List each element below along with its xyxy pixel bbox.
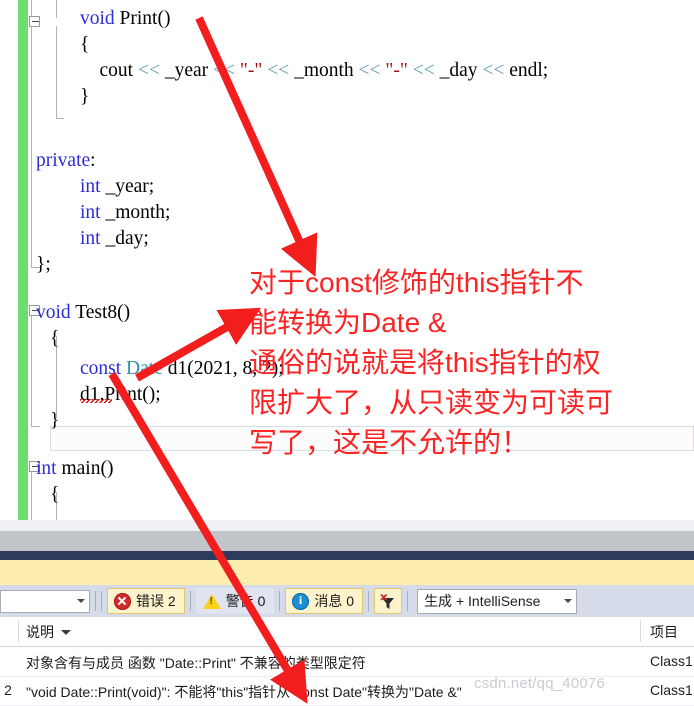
- build-scope-value: 生成 + IntelliSense: [424, 593, 541, 609]
- code-line: int _day;: [80, 226, 149, 252]
- code-token: };: [36, 254, 51, 275]
- code-token: }: [80, 86, 90, 107]
- panel-title-bar: [0, 560, 694, 585]
- toolbar-separator: [189, 591, 191, 611]
- toolbar-separator: [279, 591, 281, 611]
- code-token: _year: [164, 60, 214, 81]
- error-icon: [114, 592, 131, 610]
- toolbar-separator: [101, 591, 102, 611]
- code-line: const Date d1(2021, 8, 2);: [80, 356, 284, 382]
- toolbar-separator: [368, 591, 370, 611]
- clear-filter-button[interactable]: [374, 588, 403, 614]
- code-token: void: [80, 8, 120, 29]
- code-token: main(): [56, 458, 114, 479]
- code-token: {: [50, 328, 60, 349]
- warning-icon: [202, 593, 221, 609]
- code-token: {: [50, 484, 60, 505]
- error-filter-label: 错误 2: [136, 593, 176, 609]
- error-filter-button[interactable]: 错误 2: [107, 588, 185, 614]
- row-project: Class1: [650, 682, 693, 698]
- message-filter-label: 消息 0: [314, 593, 355, 609]
- code-token: }: [50, 410, 60, 431]
- warning-filter-button[interactable]: 警告 0: [195, 588, 275, 614]
- code-token: d1(2021, 8, 2);: [162, 358, 284, 379]
- column-separator: [640, 620, 641, 642]
- code-line: };: [36, 252, 51, 278]
- code-line: private:: [36, 148, 96, 174]
- build-scope-combobox[interactable]: 生成 + IntelliSense: [417, 588, 578, 614]
- scope-filter-combobox[interactable]: [0, 589, 90, 613]
- code-line: {: [50, 482, 59, 508]
- row-description: 对象含有与成员 函数 "Date::Print" 不兼容的类型限定符: [26, 655, 366, 671]
- code-token: cout: [80, 60, 138, 81]
- column-header-description-label: 说明: [26, 624, 54, 640]
- editor-bottom-gap: [0, 520, 694, 531]
- code-token: int: [36, 458, 57, 479]
- info-icon: [292, 592, 310, 610]
- code-line: int main(): [36, 456, 113, 482]
- toolbar-separator: [95, 591, 96, 611]
- watermark-text: csdn.net/qq_40076: [474, 675, 606, 692]
- table-row[interactable]: 对象含有与成员 函数 "Date::Print" 不兼容的类型限定符 Class…: [0, 648, 694, 677]
- code-token: int: [80, 202, 101, 223]
- column-header-project[interactable]: 项目: [650, 622, 678, 642]
- column-header-project-label: 项目: [650, 624, 678, 640]
- column-header-description[interactable]: 说明: [26, 622, 71, 642]
- code-token: <<: [213, 60, 240, 81]
- message-filter-button[interactable]: 消息 0: [285, 588, 364, 614]
- code-editor[interactable]: void Print(){ cout << _year << "-" << _m…: [0, 0, 694, 520]
- code-text[interactable]: void Print(){ cout << _year << "-" << _m…: [0, 0, 694, 520]
- code-token: <<: [482, 60, 510, 81]
- code-token: Date: [126, 358, 163, 379]
- code-token: :: [90, 150, 96, 171]
- code-token: _day;: [100, 228, 149, 249]
- chevron-down-icon: [77, 599, 85, 603]
- code-token: const: [80, 358, 127, 379]
- code-token: "-": [385, 60, 413, 81]
- error-squiggle-d1: [80, 399, 112, 403]
- code-line: {: [50, 326, 59, 352]
- code-line: }: [50, 408, 59, 434]
- code-line: cout << _year << "-" << _month << "-" <<…: [80, 58, 549, 84]
- panel-splitter[interactable]: [0, 531, 694, 551]
- code-token: int: [80, 176, 101, 197]
- code-token: <<: [267, 60, 295, 81]
- code-token: {: [80, 34, 90, 55]
- code-line: void Print(): [80, 6, 170, 32]
- sort-descending-icon: [61, 629, 71, 635]
- panel-accent-bar: [0, 551, 694, 560]
- code-token: endl;: [509, 60, 549, 81]
- row-description: "void Date::Print(void)": 不能将"this"指针从"c…: [26, 684, 462, 700]
- code-token: _month: [294, 60, 359, 81]
- row-number: 2: [4, 682, 12, 698]
- row-project: Class1: [650, 653, 693, 669]
- error-list-header[interactable]: 说明 项目: [0, 617, 694, 647]
- code-token: _month;: [100, 202, 171, 223]
- code-token: void: [36, 302, 71, 323]
- warning-filter-label: 警告 0: [225, 593, 266, 609]
- clear-filter-icon: [380, 593, 395, 609]
- column-separator: [18, 620, 19, 642]
- code-line: void Test8(): [36, 300, 130, 326]
- code-token: <<: [137, 60, 165, 81]
- code-line: int _year;: [80, 174, 154, 200]
- code-token: _day: [439, 60, 483, 81]
- toolbar-separator: [407, 591, 409, 611]
- chevron-down-icon: [564, 599, 573, 603]
- code-token: Print(): [119, 8, 171, 29]
- code-line: d1.Print();: [80, 382, 161, 408]
- code-line: }: [80, 84, 89, 110]
- code-line: {: [80, 32, 89, 58]
- code-token: _year;: [100, 176, 155, 197]
- error-list-toolbar[interactable]: 错误 2 警告 0 消息 0 生成 + IntelliSense: [0, 585, 694, 617]
- code-token: <<: [358, 60, 386, 81]
- code-token: Test8(): [70, 302, 131, 323]
- code-token: private: [36, 150, 91, 171]
- code-line: int _month;: [80, 200, 170, 226]
- code-token: int: [80, 228, 101, 249]
- code-token: <<: [412, 60, 440, 81]
- code-token: "-": [239, 60, 268, 81]
